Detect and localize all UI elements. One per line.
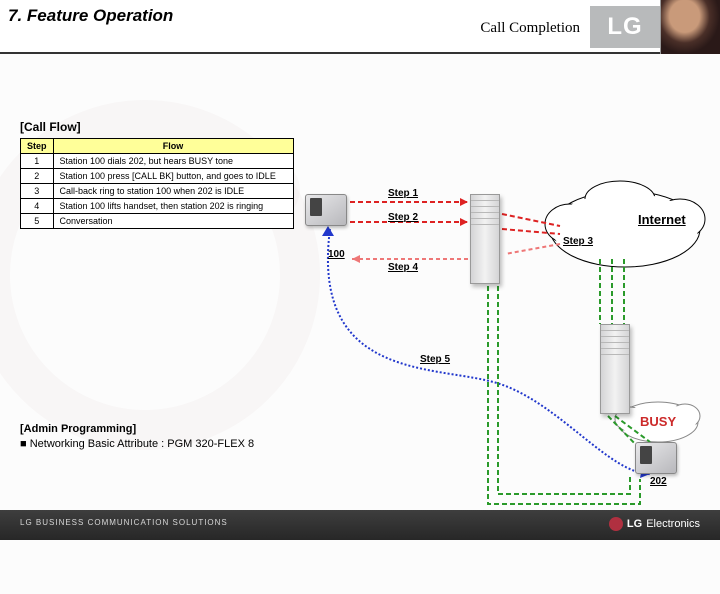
admin-block: [Admin Programming] ■ Networking Basic A… bbox=[20, 422, 254, 453]
step-label: Step 4 bbox=[388, 262, 418, 273]
col-flow: Flow bbox=[53, 139, 293, 154]
step-label: Step 3 bbox=[563, 236, 593, 247]
cell: 5 bbox=[21, 214, 54, 229]
cell: 3 bbox=[21, 184, 54, 199]
cell: Station 100 dials 202, but hears BUSY to… bbox=[53, 154, 293, 169]
step-label: Step 5 bbox=[420, 354, 450, 365]
cell: 4 bbox=[21, 199, 54, 214]
footer: LG BUSINESS COMMUNICATION SOLUTIONS LG E… bbox=[0, 510, 720, 540]
internet-label: Internet bbox=[638, 212, 686, 227]
cell: 2 bbox=[21, 169, 54, 184]
step-label: Step 1 bbox=[388, 188, 418, 199]
section-title: 7. Feature Operation bbox=[8, 6, 173, 26]
callflow-table: Step Flow 1Station 100 dials 202, but he… bbox=[20, 138, 294, 229]
phone2-label: 202 bbox=[650, 476, 667, 487]
cell: Station 100 press [CALL BK] button, and … bbox=[53, 169, 293, 184]
server-icon bbox=[600, 324, 630, 414]
feature-title: Call Completion bbox=[480, 20, 580, 37]
table-row: 3Call-back ring to station 100 when 202 … bbox=[21, 184, 294, 199]
footer-right: LG Electronics bbox=[609, 517, 700, 531]
footer-elec: Electronics bbox=[646, 518, 700, 530]
table-row: 1Station 100 dials 202, but hears BUSY t… bbox=[21, 154, 294, 169]
table-row: 5Conversation bbox=[21, 214, 294, 229]
step-label: Step 2 bbox=[388, 212, 418, 223]
admin-title: [Admin Programming] bbox=[20, 423, 136, 435]
bullet-icon: ■ bbox=[20, 438, 27, 450]
header: 7. Feature Operation Call Completion LG bbox=[0, 0, 720, 54]
cell: Conversation bbox=[53, 214, 293, 229]
server-icon bbox=[470, 194, 500, 284]
footer-brand: LG bbox=[627, 518, 642, 530]
phone-icon bbox=[635, 442, 677, 474]
cell: 1 bbox=[21, 154, 54, 169]
table-row: 2Station 100 press [CALL BK] button, and… bbox=[21, 169, 294, 184]
portrait-image bbox=[660, 0, 720, 54]
footer-left: LG BUSINESS COMMUNICATION SOLUTIONS bbox=[20, 518, 228, 527]
admin-line: Networking Basic Attribute : PGM 320-FLE… bbox=[30, 438, 254, 450]
callflow-title: [Call Flow] bbox=[20, 120, 81, 134]
phone-icon bbox=[305, 194, 347, 226]
logo-text: LG bbox=[607, 13, 642, 41]
phone1-label: 100 bbox=[328, 249, 345, 260]
busy-label: BUSY bbox=[640, 414, 676, 429]
col-step: Step bbox=[21, 139, 54, 154]
lg-dot-icon bbox=[609, 517, 623, 531]
cell: Station 100 lifts handset, then station … bbox=[53, 199, 293, 214]
logo-block: LG bbox=[590, 6, 660, 48]
table-row: 4Station 100 lifts handset, then station… bbox=[21, 199, 294, 214]
cell: Call-back ring to station 100 when 202 i… bbox=[53, 184, 293, 199]
